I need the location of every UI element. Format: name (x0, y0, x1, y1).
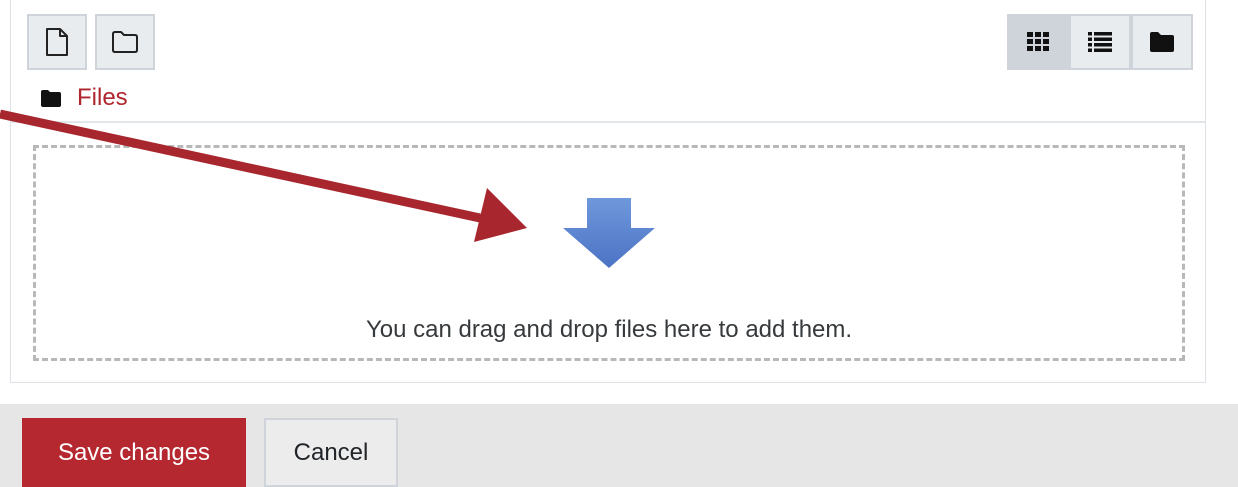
form-actions: Save changes Cancel (0, 404, 1238, 487)
save-changes-button[interactable]: Save changes (22, 418, 246, 487)
file-manager: Files You can drag and drop files here t… (10, 0, 1206, 383)
breadcrumb: Files (41, 84, 128, 112)
list-view-button[interactable] (1069, 14, 1131, 70)
drop-arrow-icon (563, 198, 655, 268)
list-view-icon (1088, 32, 1112, 52)
folder-icon (112, 31, 138, 53)
create-folder-button[interactable] (95, 14, 155, 70)
folder-icon (41, 89, 61, 107)
file-drop-zone[interactable]: You can drag and drop files here to add … (33, 145, 1185, 361)
grid-view-button[interactable] (1007, 14, 1069, 70)
breadcrumb-files-link[interactable]: Files (77, 84, 128, 112)
tree-view-button[interactable] (1131, 14, 1193, 70)
grid-view-icon (1027, 32, 1049, 51)
file-icon (46, 28, 68, 56)
cancel-button[interactable]: Cancel (264, 418, 398, 487)
add-file-button[interactable] (27, 14, 87, 70)
tree-view-icon (1150, 32, 1174, 52)
divider (11, 121, 1205, 123)
drop-zone-message: You can drag and drop files here to add … (365, 316, 853, 343)
